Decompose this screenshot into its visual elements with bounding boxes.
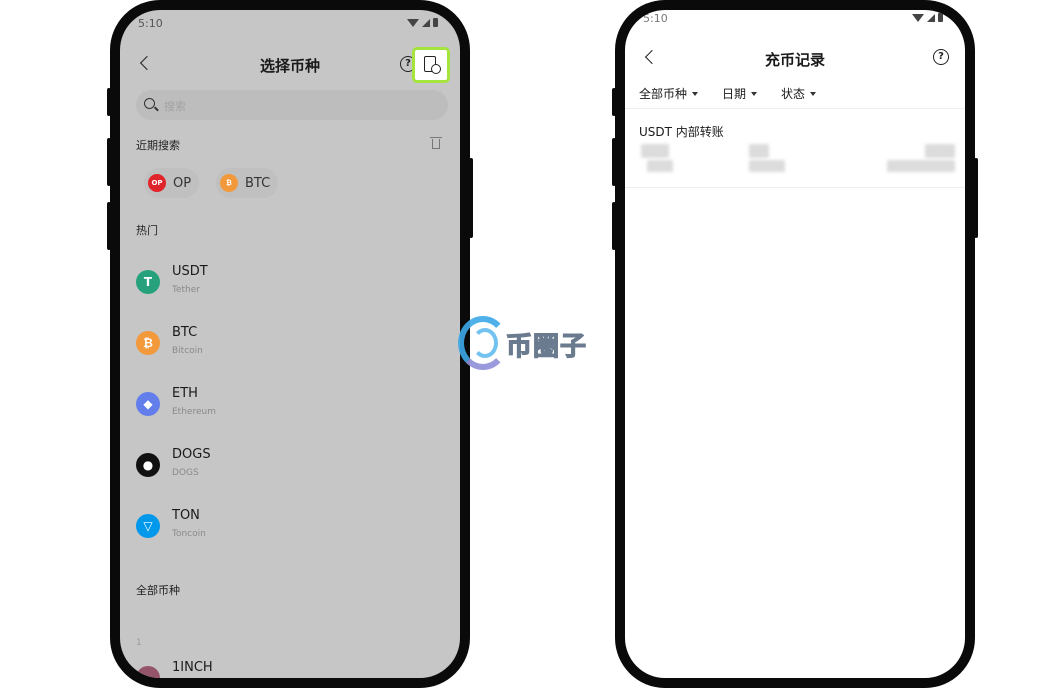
- deposit-history-screen: 5:10 充币记录 ? 全部币种 日期 状态 USDT 内部转账: [625, 10, 965, 678]
- caret-down-icon: [751, 91, 758, 96]
- nav-bar: 充币记录 ?: [625, 44, 965, 74]
- volume-button: [107, 202, 111, 250]
- watermark-logo: 币圈子: [456, 314, 606, 374]
- blurred-amount: [641, 144, 669, 158]
- deposit-history-button[interactable]: [412, 47, 450, 83]
- signal-icon: [927, 13, 935, 22]
- coin-symbol: ETH: [172, 386, 198, 401]
- blurred-status: [925, 144, 955, 158]
- caret-down-icon: [810, 91, 817, 96]
- divider: [625, 108, 965, 109]
- 1inch-coin-icon: [136, 666, 160, 678]
- coin-name: Bitcoin: [172, 346, 203, 356]
- power-button: [974, 158, 978, 238]
- blurred-amount: [647, 160, 673, 172]
- coin-select-screen: 5:10 选择币种 ? 搜索 近期搜索 OP OP ₿ BTC 热门 T USD…: [120, 10, 460, 678]
- filter-currency[interactable]: 全部币种: [639, 85, 699, 102]
- coin-row-1inch[interactable]: 1INCH: [136, 660, 436, 678]
- all-coins-label: 全部币种: [136, 584, 180, 597]
- ton-coin-icon: ▽: [136, 514, 160, 538]
- coin-name: DOGS: [172, 468, 199, 478]
- coin-symbol: BTC: [172, 325, 198, 340]
- volume-button: [612, 88, 616, 116]
- volume-button: [612, 138, 616, 186]
- caret-down-icon: [692, 91, 699, 96]
- coin-row-dogs[interactable]: ● DOGS DOGS: [136, 447, 436, 487]
- filter-label: 全部币种: [639, 87, 688, 101]
- btc-coin-icon: ₿: [220, 174, 238, 192]
- coin-name: Toncoin: [172, 529, 206, 539]
- dogs-coin-icon: ●: [136, 453, 160, 477]
- coin-row-usdt[interactable]: T USDT Tether: [136, 264, 436, 304]
- coin-name: Tether: [172, 285, 200, 295]
- phone-frame-right: 5:10 充币记录 ? 全部币种 日期 状态 USDT 内部转账: [612, 0, 978, 688]
- help-icon[interactable]: ?: [933, 49, 949, 65]
- record-title[interactable]: USDT 内部转账: [639, 123, 724, 140]
- blurred-date: [749, 144, 769, 158]
- search-input[interactable]: 搜索: [136, 90, 448, 120]
- blurred-status: [887, 160, 955, 172]
- battery-icon: [938, 13, 943, 22]
- recent-search-label: 近期搜索: [136, 139, 180, 152]
- coin-symbol: 1INCH: [172, 660, 213, 675]
- btc-coin-icon: ₿: [136, 331, 160, 355]
- volume-button: [107, 138, 111, 186]
- phone-frame-left: 5:10 选择币种 ? 搜索 近期搜索 OP OP ₿ BTC 热门 T USD…: [107, 0, 473, 688]
- filter-label: 状态: [781, 87, 806, 101]
- op-coin-icon: OP: [148, 174, 166, 192]
- power-button: [469, 158, 473, 238]
- coin-symbol: TON: [172, 508, 200, 523]
- nav-bar: 选择币种 ?: [120, 47, 460, 83]
- status-bar: 5:10: [120, 16, 460, 32]
- filter-bar: 全部币种 日期 状态: [639, 85, 817, 102]
- blurred-date: [749, 160, 785, 172]
- recent-chip-btc[interactable]: ₿ BTC: [216, 168, 279, 198]
- chip-label: OP: [173, 175, 192, 191]
- alpha-index: 1: [136, 638, 142, 648]
- chip-label: BTC: [245, 175, 271, 191]
- hot-label: 热门: [136, 224, 158, 237]
- search-placeholder: 搜索: [164, 100, 186, 113]
- volume-button: [107, 88, 111, 116]
- coin-symbol: DOGS: [172, 447, 211, 462]
- clock-icon: [431, 64, 441, 74]
- search-icon: [144, 98, 155, 109]
- usdt-coin-icon: T: [136, 270, 160, 294]
- trash-icon[interactable]: [430, 137, 442, 149]
- logo-ring-icon: [472, 328, 498, 358]
- page-title: 充币记录: [764, 51, 825, 69]
- wifi-icon: [912, 13, 924, 22]
- filter-label: 日期: [722, 87, 747, 101]
- coin-row-btc[interactable]: ₿ BTC Bitcoin: [136, 325, 436, 365]
- status-bar: 5:10: [625, 11, 965, 27]
- volume-button: [612, 202, 616, 250]
- status-time: 5:10: [643, 12, 668, 25]
- filter-date[interactable]: 日期: [722, 85, 758, 102]
- battery-icon: [433, 18, 438, 27]
- status-time: 5:10: [138, 17, 163, 30]
- filter-status[interactable]: 状态: [781, 85, 817, 102]
- wifi-icon: [407, 18, 419, 27]
- divider: [625, 187, 965, 188]
- signal-icon: [422, 18, 430, 27]
- eth-coin-icon: ◆: [136, 392, 160, 416]
- recent-chip-op[interactable]: OP OP: [144, 168, 200, 198]
- coin-row-eth[interactable]: ◆ ETH Ethereum: [136, 386, 436, 426]
- coin-name: Ethereum: [172, 407, 216, 417]
- coin-symbol: USDT: [172, 264, 208, 279]
- coin-row-ton[interactable]: ▽ TON Toncoin: [136, 508, 436, 548]
- watermark-text: 币圈子: [505, 331, 588, 362]
